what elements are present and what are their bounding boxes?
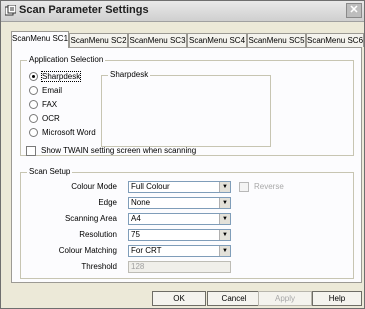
chevron-down-icon[interactable]: ▼ bbox=[219, 230, 230, 240]
radio-ocr[interactable]: OCR bbox=[29, 113, 60, 125]
checkbox bbox=[239, 181, 249, 192]
app-icon bbox=[5, 5, 16, 16]
radio-sharpdesk[interactable]: Sharpdesk bbox=[29, 71, 82, 83]
colour-matching-value: For CRT bbox=[131, 246, 162, 255]
cancel-button[interactable]: Cancel bbox=[207, 291, 261, 306]
resolution-select[interactable]: 75 ▼ bbox=[128, 229, 231, 241]
close-icon: ✕ bbox=[349, 4, 359, 16]
close-button[interactable]: ✕ bbox=[346, 3, 362, 18]
chevron-down-icon[interactable]: ▼ bbox=[219, 214, 230, 224]
tab-scanmenu-sc5[interactable]: ScanMenu SC5 bbox=[247, 33, 306, 47]
checkbox[interactable] bbox=[26, 145, 36, 156]
edge-value: None bbox=[131, 198, 151, 207]
colour-matching-select[interactable]: For CRT ▼ bbox=[128, 245, 231, 257]
radio-button[interactable] bbox=[29, 128, 38, 138]
colour-mode-select[interactable]: Full Colour ▼ bbox=[128, 181, 231, 193]
resolution-value: 75 bbox=[131, 230, 140, 239]
show-twain-checkbox[interactable]: Show TWAIN setting screen when scanning bbox=[26, 145, 196, 157]
tab-scanmenu-sc2[interactable]: ScanMenu SC2 bbox=[69, 33, 128, 47]
tab-scanmenu-sc1[interactable]: ScanMenu SC1 bbox=[11, 31, 69, 48]
apply-button: Apply bbox=[258, 291, 312, 306]
radio-fax[interactable]: FAX bbox=[29, 99, 57, 111]
colour-mode-value: Full Colour bbox=[131, 182, 170, 191]
colour-mode-label: Colour Mode bbox=[71, 182, 117, 191]
show-twain-label: Show TWAIN setting screen when scanning bbox=[41, 146, 197, 155]
radio-button[interactable] bbox=[29, 114, 38, 124]
scan-setup-group: Scan Setup Colour Mode Full Colour ▼ Rev… bbox=[20, 167, 354, 279]
threshold-label: Threshold bbox=[81, 262, 117, 271]
scanning-area-label: Scanning Area bbox=[64, 214, 117, 223]
radio-button[interactable] bbox=[29, 72, 38, 82]
sharpdesk-detail-label: Sharpdesk bbox=[108, 70, 151, 79]
edge-select[interactable]: None ▼ bbox=[128, 197, 231, 209]
radio-microsoft-word[interactable]: Microsoft Word bbox=[29, 127, 96, 139]
radio-label: Sharpdesk bbox=[40, 71, 82, 82]
reverse-checkbox: Reverse bbox=[239, 181, 284, 193]
radio-button[interactable] bbox=[29, 86, 38, 96]
tab-scanmenu-sc3[interactable]: ScanMenu SC3 bbox=[128, 33, 187, 47]
title-bar[interactable]: Scan Parameter Settings ✕ bbox=[1, 1, 364, 22]
colour-matching-label: Colour Matching bbox=[58, 246, 117, 255]
chevron-down-icon[interactable]: ▼ bbox=[219, 198, 230, 208]
reverse-label: Reverse bbox=[254, 182, 284, 191]
radio-email[interactable]: Email bbox=[29, 85, 62, 97]
chevron-down-icon[interactable]: ▼ bbox=[219, 246, 230, 256]
radio-button[interactable] bbox=[29, 100, 38, 110]
scanning-area-select[interactable]: A4 ▼ bbox=[128, 213, 231, 225]
tab-scanmenu-sc6[interactable]: ScanMenu SC6 bbox=[306, 33, 364, 47]
radio-label: Microsoft Word bbox=[42, 128, 96, 137]
scan-setup-label: Scan Setup bbox=[27, 167, 73, 176]
application-selection-label: Application Selection bbox=[27, 55, 106, 64]
radio-label: OCR bbox=[42, 114, 60, 123]
application-selection-group: Application Selection Sharpdesk Email FA… bbox=[20, 55, 354, 156]
help-button[interactable]: Help bbox=[312, 291, 362, 306]
sharpdesk-detail-group: Sharpdesk bbox=[101, 70, 271, 147]
ok-button[interactable]: OK bbox=[152, 291, 206, 306]
tab-strip: ScanMenu SC1 ScanMenu SC2 ScanMenu SC3 S… bbox=[11, 31, 364, 48]
threshold-field: 128 bbox=[128, 261, 231, 273]
tab-panel: Application Selection Sharpdesk Email FA… bbox=[11, 47, 362, 283]
edge-label: Edge bbox=[98, 198, 117, 207]
chevron-down-icon[interactable]: ▼ bbox=[219, 182, 230, 192]
tab-scanmenu-sc4[interactable]: ScanMenu SC4 bbox=[187, 33, 247, 47]
window-title: Scan Parameter Settings bbox=[19, 4, 149, 16]
dialog-window: Scan Parameter Settings ✕ ScanMenu SC1 S… bbox=[0, 0, 365, 309]
radio-label: FAX bbox=[42, 100, 58, 109]
scanning-area-value: A4 bbox=[131, 214, 141, 223]
radio-label: Email bbox=[42, 86, 63, 95]
resolution-label: Resolution bbox=[79, 230, 117, 239]
